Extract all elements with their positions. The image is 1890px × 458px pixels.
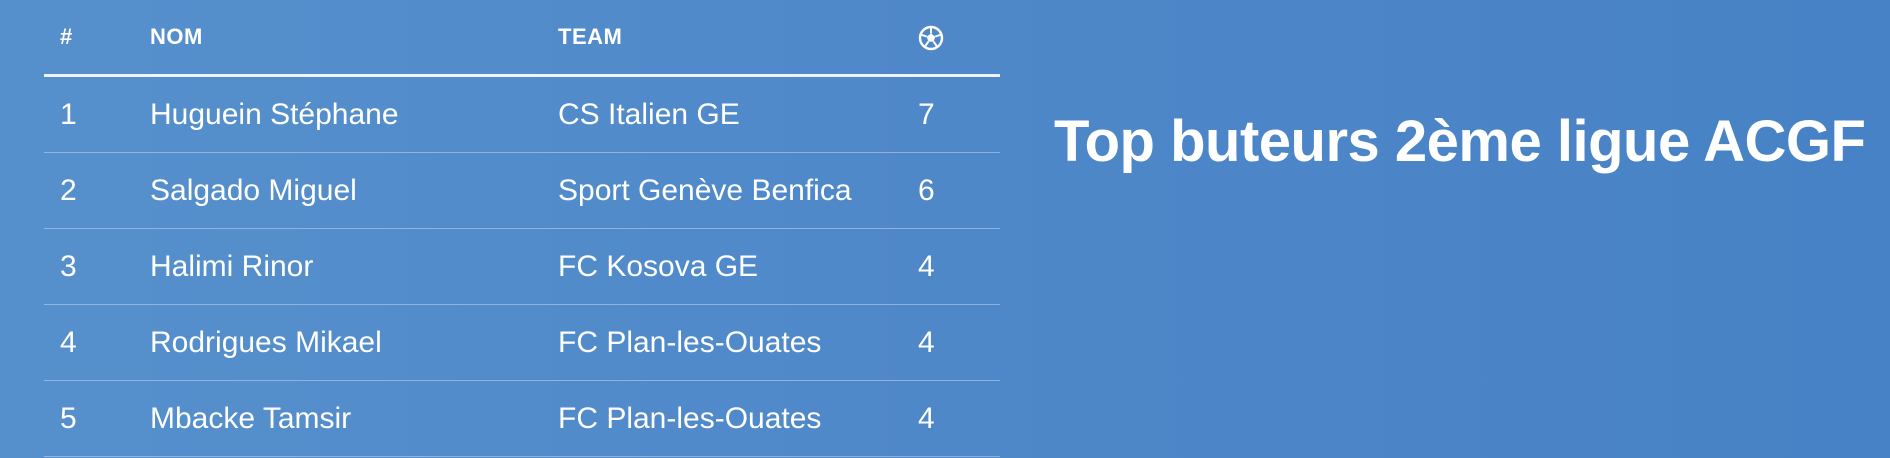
name-cell: Halimi Rinor (150, 228, 558, 305)
team-cell: Sport Genève Benfica (558, 152, 918, 229)
scorers-table: # NOM TEAM 1 Huguein Stéphane CS Italien… (44, 0, 1000, 457)
name-cell: Mbacke Tamsir (150, 380, 558, 457)
table-row: 1 Huguein Stéphane CS Italien GE 7 (44, 75, 1000, 153)
rank-cell: 1 (44, 75, 150, 153)
rank-cell: 2 (44, 152, 150, 229)
header-rank: # (44, 0, 150, 77)
name-cell: Huguein Stéphane (150, 75, 558, 153)
soccer-ball-icon (918, 25, 944, 50)
team-cell: CS Italien GE (558, 75, 918, 153)
goals-cell: 4 (918, 304, 1000, 381)
goals-cell: 4 (918, 380, 1000, 457)
team-cell: FC Kosova GE (558, 228, 918, 305)
rank-cell: 4 (44, 304, 150, 381)
goals-cell: 7 (918, 75, 1000, 153)
rank-cell: 3 (44, 228, 150, 305)
table-row: 4 Rodrigues Mikael FC Plan-les-Ouates 4 (44, 304, 1000, 381)
name-cell: Salgado Miguel (150, 152, 558, 229)
name-cell: Rodrigues Mikael (150, 304, 558, 381)
team-cell: FC Plan-les-Ouates (558, 380, 918, 457)
header-name: NOM (150, 0, 558, 77)
team-cell: FC Plan-les-Ouates (558, 304, 918, 381)
header-team: TEAM (558, 0, 918, 77)
scorers-table-container: # NOM TEAM 1 Huguein Stéphane CS Italien… (44, 0, 1000, 457)
table-row: 2 Salgado Miguel Sport Genève Benfica 6 (44, 152, 1000, 229)
goals-cell: 4 (918, 228, 1000, 305)
table-row: 3 Halimi Rinor FC Kosova GE 4 (44, 228, 1000, 305)
page-title: Top buteurs 2ème ligue ACGF (1054, 109, 1866, 174)
table-header-row: # NOM TEAM (44, 0, 1000, 77)
table-row: 5 Mbacke Tamsir FC Plan-les-Ouates 4 (44, 380, 1000, 457)
goals-cell: 6 (918, 152, 1000, 229)
rank-cell: 5 (44, 380, 150, 457)
header-goals (918, 0, 1000, 77)
